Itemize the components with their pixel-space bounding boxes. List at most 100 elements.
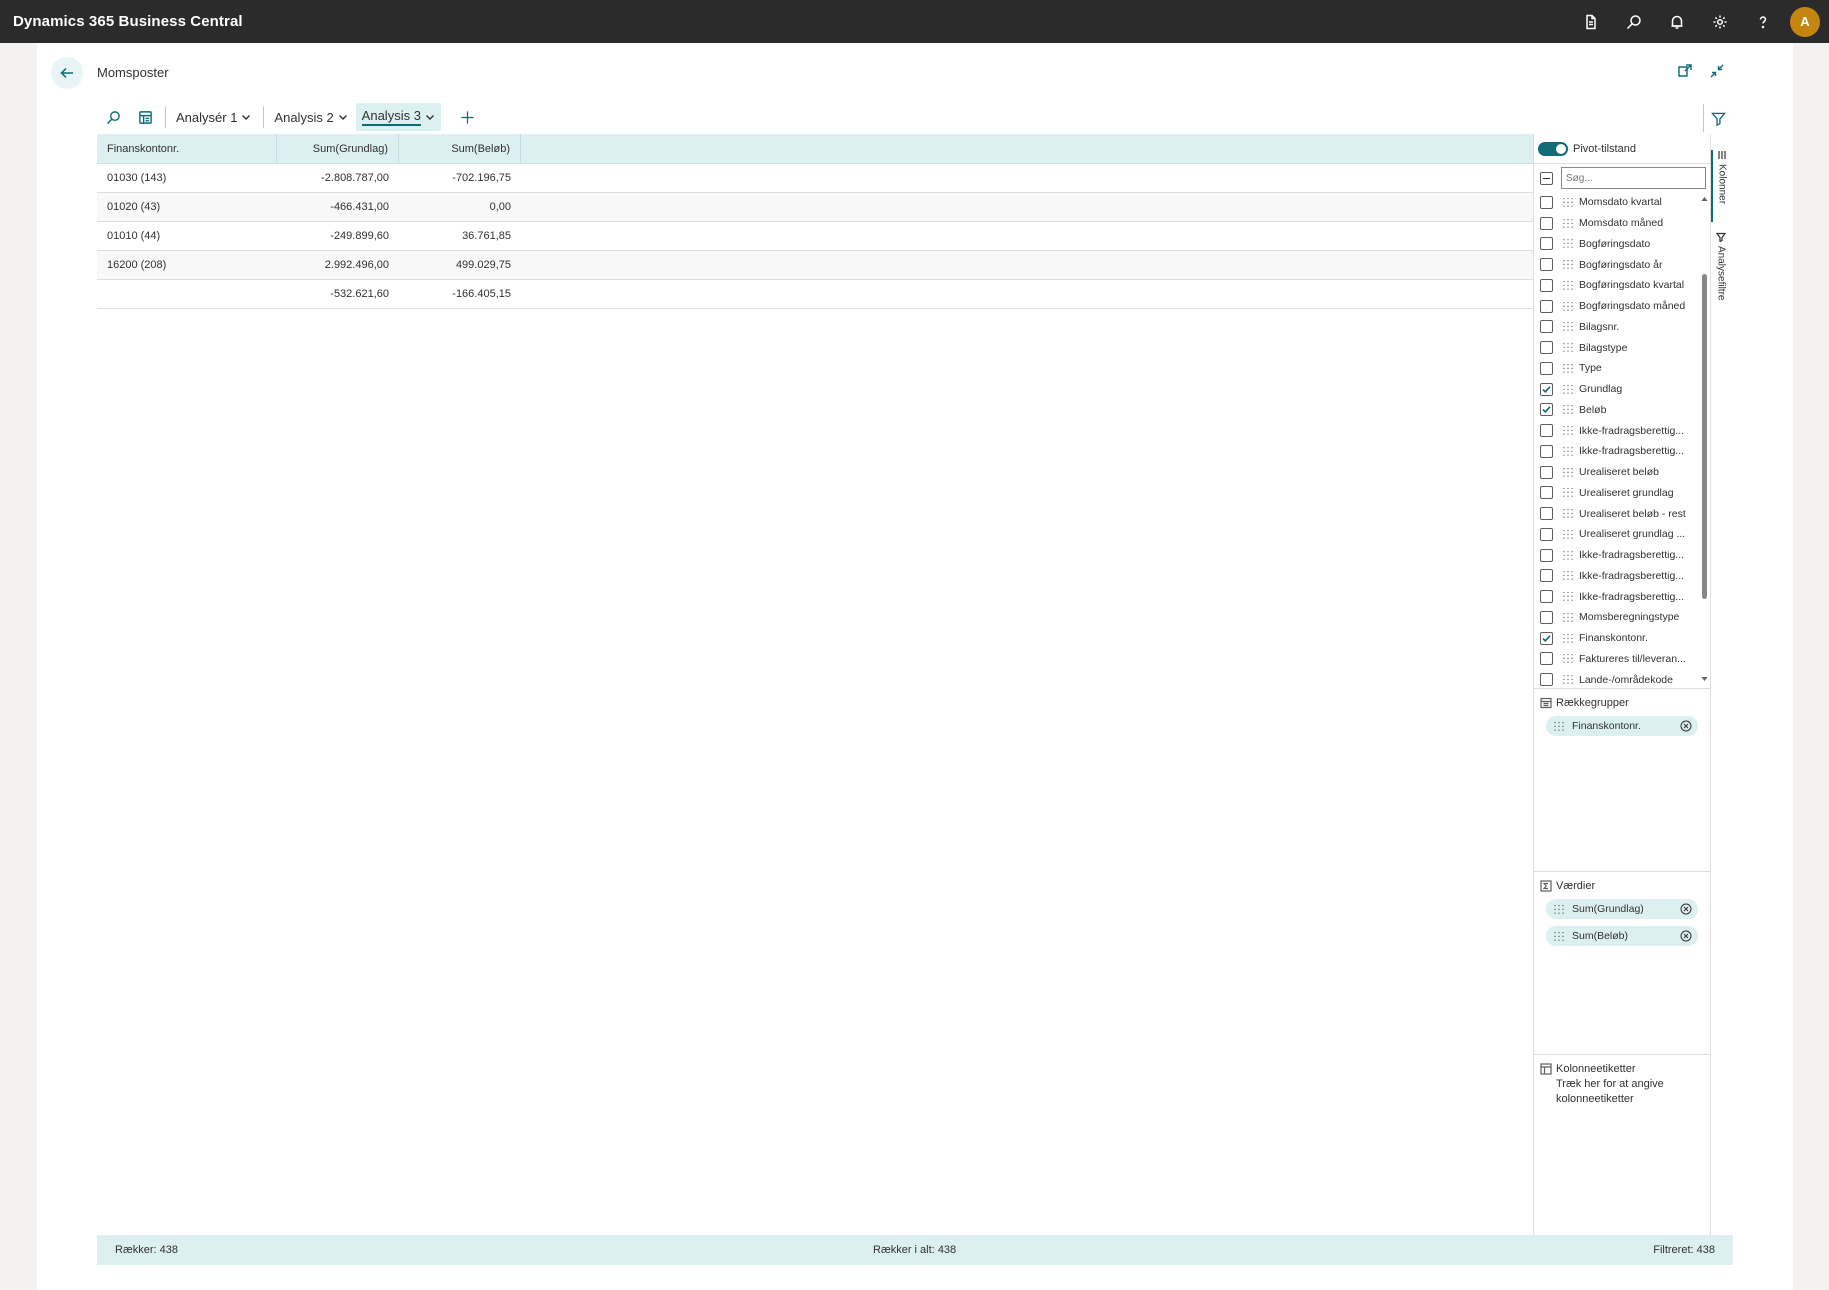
column-list-item[interactable]: Momsdato kvartal — [1534, 192, 1710, 213]
column-checkbox[interactable] — [1540, 548, 1553, 562]
drag-grip-icon[interactable] — [1563, 654, 1573, 664]
drag-grip-icon[interactable] — [1554, 721, 1564, 731]
cell-account[interactable]: 01010 (44) — [97, 222, 277, 250]
cell-sum-beloeb[interactable]: -702.196,75 — [399, 164, 521, 192]
drag-grip-icon[interactable] — [1563, 426, 1573, 435]
drag-grip-icon[interactable] — [1563, 218, 1573, 228]
select-all-checkbox[interactable] — [1540, 171, 1553, 185]
table-row[interactable]: 16200 (208) 2.992.496,00 499.029,75 — [97, 251, 1533, 280]
document-icon[interactable] — [1569, 0, 1612, 43]
remove-circle-icon[interactable] — [1680, 903, 1692, 915]
column-checkbox[interactable] — [1540, 507, 1553, 521]
cell-sum-grundlag[interactable]: -466.431,00 — [277, 193, 399, 221]
drag-grip-icon[interactable] — [1563, 529, 1573, 539]
column-checkbox[interactable] — [1540, 590, 1553, 604]
column-list-item[interactable]: Lande-/områdekode — [1534, 669, 1710, 688]
table-row[interactable]: 01030 (143) -2.808.787,00 -702.196,75 — [97, 164, 1533, 193]
table-row[interactable]: 01010 (44) -249.899,60 36.761,85 — [97, 222, 1533, 251]
app-title[interactable]: Dynamics 365 Business Central — [13, 13, 243, 30]
column-checkbox[interactable] — [1540, 341, 1553, 355]
column-list-item[interactable]: Ikke-fradragsberettig... — [1534, 586, 1710, 607]
column-list-item[interactable]: Urealiseret beløb — [1534, 462, 1710, 483]
column-checkbox[interactable] — [1540, 299, 1553, 313]
drag-grip-icon[interactable] — [1563, 239, 1573, 249]
cell-total-grundlag[interactable]: -532.621,60 — [277, 280, 399, 308]
cell-sum-grundlag[interactable]: -249.899,60 — [277, 222, 399, 250]
column-header-sum-grundlag[interactable]: Sum(Grundlag) — [277, 134, 399, 163]
values-zone[interactable]: Værdier Sum(Grundlag) Sum(Beløb) — [1534, 871, 1710, 1054]
tab-analysis-2[interactable]: Analysis 2 — [268, 103, 353, 131]
cell-sum-grundlag[interactable]: 2.992.496,00 — [277, 251, 399, 279]
filter-button[interactable] — [1703, 104, 1733, 132]
column-checkbox[interactable] — [1540, 424, 1553, 438]
drag-grip-icon[interactable] — [1563, 550, 1573, 560]
drag-grip-icon[interactable] — [1563, 633, 1573, 643]
column-checkbox[interactable] — [1540, 610, 1553, 624]
column-list-item[interactable]: Momsdato måned — [1534, 213, 1710, 234]
column-checkbox[interactable] — [1540, 258, 1553, 272]
column-list-item[interactable]: Bogføringsdato — [1534, 234, 1710, 255]
scroll-down-icon[interactable] — [1701, 676, 1708, 682]
analysis-mode-button[interactable] — [129, 101, 161, 133]
drag-grip-icon[interactable] — [1563, 197, 1573, 207]
value-chip[interactable]: Sum(Grundlag) — [1546, 899, 1698, 919]
drag-grip-icon[interactable] — [1563, 405, 1573, 415]
remove-circle-icon[interactable] — [1680, 720, 1692, 732]
scroll-up-icon[interactable] — [1701, 196, 1708, 202]
column-list-item[interactable]: Faktureres til/leveran... — [1534, 649, 1710, 670]
drag-grip-icon[interactable] — [1563, 571, 1573, 581]
column-header-finanskontonr[interactable]: Finanskontonr. — [97, 134, 277, 163]
scrollbar-thumb[interactable] — [1702, 274, 1707, 599]
column-list-scrollbar[interactable] — [1701, 196, 1708, 682]
tab-analysis-filters[interactable]: Analysefiltre — [1711, 232, 1731, 318]
drag-grip-icon[interactable] — [1563, 384, 1573, 394]
column-checkbox[interactable] — [1540, 382, 1553, 396]
column-checkbox[interactable] — [1540, 320, 1553, 334]
drag-grip-icon[interactable] — [1563, 343, 1573, 352]
drag-grip-icon[interactable] — [1563, 446, 1573, 456]
column-list-item[interactable]: Grundlag — [1534, 379, 1710, 400]
column-list-item[interactable]: Bilagsnr. — [1534, 317, 1710, 338]
cell-sum-grundlag[interactable]: -2.808.787,00 — [277, 164, 399, 192]
drag-grip-icon[interactable] — [1563, 488, 1573, 498]
column-checkbox[interactable] — [1540, 652, 1553, 666]
column-checkbox[interactable] — [1540, 403, 1553, 417]
row-group-chip[interactable]: Finanskontonr. — [1546, 716, 1698, 736]
column-list-item[interactable]: Beløb — [1534, 400, 1710, 421]
search-icon[interactable] — [1612, 0, 1655, 43]
cell-total-beloeb[interactable]: -166.405,15 — [399, 280, 521, 308]
column-list-item[interactable]: Urealiseret grundlag ... — [1534, 524, 1710, 545]
drag-grip-icon[interactable] — [1563, 301, 1573, 311]
row-groups-zone[interactable]: Rækkegrupper Finanskontonr. — [1534, 688, 1710, 871]
column-list-item[interactable]: Ikke-fradragsberettig... — [1534, 566, 1710, 587]
collapse-icon[interactable] — [1709, 63, 1725, 79]
total-row[interactable]: -532.621,60 -166.405,15 — [97, 280, 1533, 309]
value-chip[interactable]: Sum(Beløb) — [1546, 926, 1698, 946]
cell-account[interactable]: 16200 (208) — [97, 251, 277, 279]
drag-grip-icon[interactable] — [1563, 322, 1573, 332]
column-list-item[interactable]: Ikke-fradragsberettig... — [1534, 441, 1710, 462]
column-checkbox[interactable] — [1540, 361, 1553, 375]
column-list-item[interactable]: Ikke-fradragsberettig... — [1534, 545, 1710, 566]
remove-circle-icon[interactable] — [1680, 930, 1692, 942]
column-checkbox[interactable] — [1540, 278, 1553, 292]
column-list-item[interactable]: Urealiseret beløb - rest — [1534, 503, 1710, 524]
cell-account[interactable]: 01020 (43) — [97, 193, 277, 221]
back-button[interactable] — [51, 57, 83, 89]
column-checkbox[interactable] — [1540, 673, 1553, 687]
add-tab-button[interactable] — [453, 103, 483, 131]
drag-grip-icon[interactable] — [1563, 612, 1573, 622]
search-button[interactable] — [97, 101, 129, 133]
cell-account[interactable]: 01030 (143) — [97, 164, 277, 192]
cell-sum-beloeb[interactable]: 36.761,85 — [399, 222, 521, 250]
column-list-item[interactable]: Bogføringsdato år — [1534, 254, 1710, 275]
drag-grip-icon[interactable] — [1563, 592, 1573, 601]
open-new-window-icon[interactable] — [1677, 63, 1693, 79]
column-checkbox[interactable] — [1540, 444, 1553, 458]
table-row[interactable]: 01020 (43) -466.431,00 0,00 — [97, 193, 1533, 222]
column-list-item[interactable]: Bogføringsdato måned — [1534, 296, 1710, 317]
tab-analysis-3[interactable]: Analysis 3 — [355, 103, 441, 131]
drag-grip-icon[interactable] — [1563, 280, 1573, 290]
column-list-item[interactable]: Type — [1534, 358, 1710, 379]
drag-grip-icon[interactable] — [1563, 675, 1573, 684]
